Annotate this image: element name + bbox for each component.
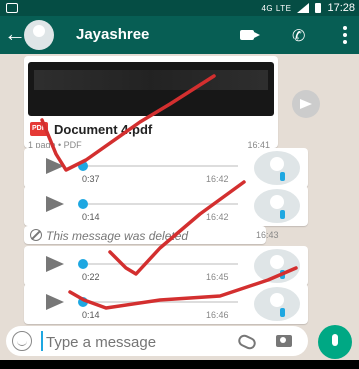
audio-track[interactable] bbox=[82, 165, 238, 167]
status-right: 4G LTE 17:28 bbox=[261, 2, 355, 14]
message-time: 16:42 bbox=[206, 174, 229, 184]
message-composer bbox=[6, 326, 308, 356]
play-icon[interactable] bbox=[46, 294, 64, 310]
audio-scrubber[interactable] bbox=[78, 199, 88, 209]
mic-icon bbox=[280, 172, 285, 181]
ban-icon bbox=[30, 229, 42, 241]
sender-avatar bbox=[254, 287, 300, 321]
text-cursor bbox=[41, 331, 43, 351]
forward-icon[interactable] bbox=[292, 90, 320, 118]
voice-duration: 0:37 bbox=[82, 174, 100, 184]
voice-record-button[interactable] bbox=[318, 325, 352, 359]
audio-scrubber[interactable] bbox=[78, 259, 88, 269]
audio-track[interactable] bbox=[82, 203, 238, 205]
message-time: 16:42 bbox=[206, 212, 229, 222]
audio-scrubber[interactable] bbox=[78, 297, 88, 307]
network-label: 4G LTE bbox=[261, 3, 292, 13]
document-thumbnail[interactable] bbox=[28, 62, 274, 116]
document-message[interactable]: PDF Document 4.pdf 1 page • PDF 16:41 bbox=[24, 56, 278, 150]
audio-track[interactable] bbox=[82, 301, 238, 303]
deleted-text: This message was deleted bbox=[46, 229, 189, 243]
play-icon[interactable] bbox=[46, 158, 64, 174]
status-time: 17:28 bbox=[327, 2, 355, 14]
camera-icon[interactable] bbox=[276, 335, 292, 347]
mic-icon bbox=[280, 210, 285, 219]
voice-message[interactable]: 0:14 16:46 bbox=[24, 284, 308, 324]
message-time: 16:43 bbox=[256, 230, 279, 240]
more-options-icon[interactable] bbox=[343, 26, 347, 44]
message-time: 16:46 bbox=[206, 310, 229, 320]
video-call-icon[interactable] bbox=[240, 30, 260, 40]
deleted-message[interactable]: This message was deleted 16:43 bbox=[24, 226, 279, 244]
message-time: 16:45 bbox=[206, 272, 229, 282]
chat-header: ← Jayashree ✆ bbox=[0, 16, 359, 54]
play-icon[interactable] bbox=[46, 196, 64, 212]
play-icon[interactable] bbox=[46, 256, 64, 272]
system-nav-bar bbox=[0, 360, 359, 369]
voice-message[interactable]: 0:22 16:45 bbox=[24, 246, 308, 286]
contact-name[interactable]: Jayashree bbox=[76, 26, 149, 43]
audio-scrubber[interactable] bbox=[78, 161, 88, 171]
voice-message[interactable]: 0:37 16:42 bbox=[24, 148, 308, 188]
document-name: Document 4.pdf bbox=[54, 122, 153, 137]
voice-message[interactable]: 0:14 16:42 bbox=[24, 186, 308, 226]
notification-icon bbox=[6, 3, 18, 13]
status-bar: 4G LTE 17:28 bbox=[0, 0, 359, 16]
phone-call-icon[interactable]: ✆ bbox=[292, 26, 305, 46]
emoji-icon[interactable] bbox=[12, 331, 32, 351]
pdf-icon: PDF bbox=[30, 122, 48, 136]
mic-icon bbox=[280, 308, 285, 317]
back-arrow-icon[interactable]: ← bbox=[4, 22, 26, 46]
voice-duration: 0:14 bbox=[82, 310, 100, 320]
sender-avatar bbox=[254, 151, 300, 185]
message-input[interactable] bbox=[44, 332, 218, 352]
voice-duration: 0:22 bbox=[82, 272, 100, 282]
contact-avatar[interactable] bbox=[24, 20, 54, 50]
battery-icon bbox=[315, 3, 322, 13]
sender-avatar bbox=[254, 189, 300, 223]
audio-track[interactable] bbox=[82, 263, 238, 265]
signal-icon bbox=[297, 3, 310, 13]
attach-icon[interactable] bbox=[236, 332, 258, 352]
sender-avatar bbox=[254, 249, 300, 283]
mic-icon bbox=[280, 270, 285, 279]
voice-duration: 0:14 bbox=[82, 212, 100, 222]
